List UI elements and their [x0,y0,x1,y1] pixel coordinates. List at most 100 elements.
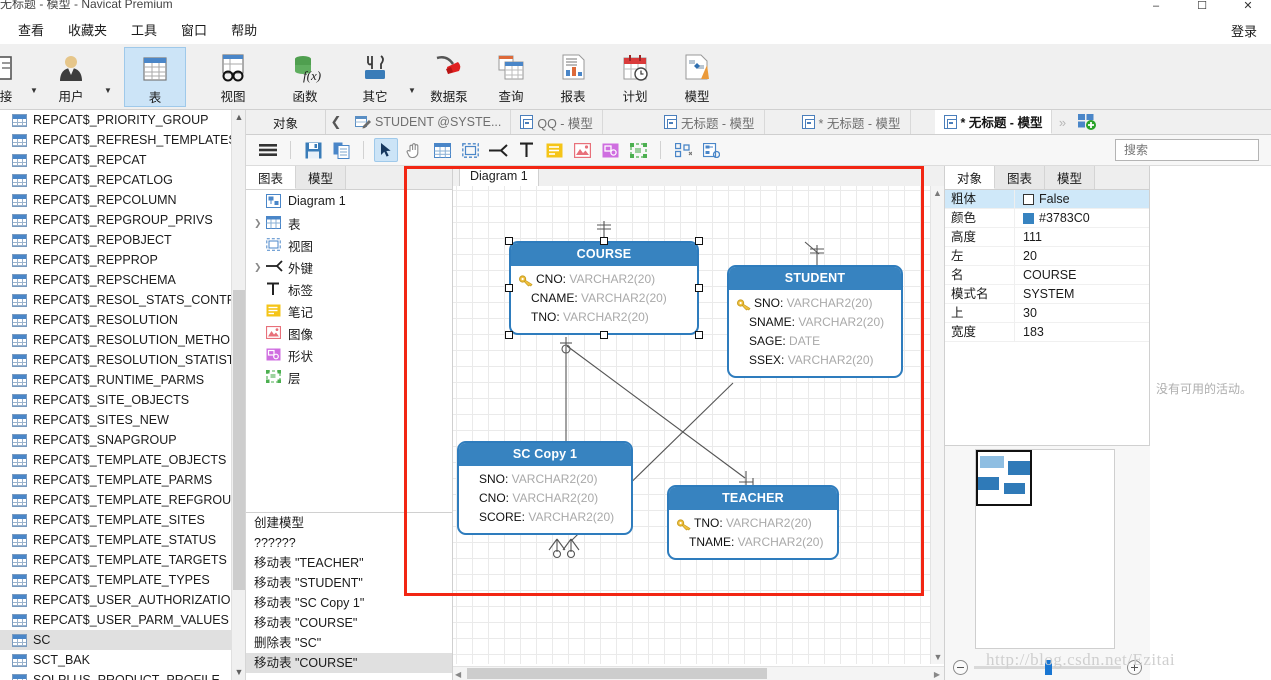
entity-field-row[interactable]: CNO: VARCHAR2(20) [467,489,623,508]
entity-field-row[interactable]: SNO: VARCHAR2(20) [467,470,623,489]
entity-field-row[interactable]: SNO: VARCHAR2(20) [737,294,893,313]
login-button[interactable]: 登录 [1231,21,1257,40]
tree-item[interactable]: REPCAT$_REPPROP [0,250,245,270]
entity-box[interactable]: STUDENT SNO: VARCHAR2(20) SNAME: VARCHAR2(… [727,265,903,378]
tree-item[interactable]: REPCAT$_SITE_OBJECTS [0,390,245,410]
shape-icon[interactable] [598,138,622,162]
tree-item[interactable]: SCT_BAK [0,650,245,670]
model-tree-item[interactable]: Diagram 1 [246,190,452,212]
save-icon[interactable] [301,138,325,162]
note-icon[interactable] [542,138,566,162]
menu-item-tools[interactable]: 工具 [119,16,169,43]
resize-handle[interactable] [695,284,703,292]
tree-item[interactable]: REPCAT$_PRIORITY_GROUP [0,110,245,130]
scroll-down-icon[interactable]: ▼ [232,665,245,680]
entity-field-row[interactable]: TNAME: VARCHAR2(20) [677,533,829,552]
tree-item[interactable]: REPCAT$_REPCATLOG [0,170,245,190]
checkbox-icon[interactable] [1023,193,1034,205]
tree-item[interactable]: SC [0,630,245,650]
tree-item[interactable]: REPCAT$_SNAPGROUP [0,430,245,450]
tree-item[interactable]: REPCAT$_REPOBJECT [0,230,245,250]
ribbon-datapump[interactable]: 数据泵 [418,47,480,107]
new-tab-button[interactable] [1072,110,1103,134]
doc-tab-student[interactable]: STUDENT @SYSTE... [346,110,512,134]
database-object-tree[interactable]: REPCAT$_PRIORITY_GROUP REPCAT$_REFRESH_TE… [0,110,246,680]
tree-item[interactable]: SQLPLUS_PRODUCT_PROFILE [0,670,245,680]
tree-item[interactable]: REPCAT$_USER_PARM_VALUES [0,610,245,630]
tree-item[interactable]: REPCAT$_REPCOLUMN [0,190,245,210]
log-item[interactable]: ?????? [246,533,452,553]
doc-tab-untitled-2[interactable]: * 无标题 - 模型 [792,110,911,134]
er-diagram-canvas[interactable]: COURSE CNO: VARCHAR2(20) CNAME: VARCHAR2(2… [453,186,930,664]
log-item[interactable]: 移动表 "SC Copy 1" [246,593,452,613]
minimize-button[interactable]: – [1133,0,1179,14]
doc-tab-qq-model[interactable]: QQ - 模型 [511,110,603,134]
resize-handle[interactable] [505,284,513,292]
canvas-hscrollbar[interactable]: ◀ ▶ [453,666,944,680]
activity-log-panel[interactable]: 创建模型?????? 移动表 "TEACHER" 移动表 "STUDENT" 移动表 … [246,512,452,680]
entity-field-row[interactable]: SAGE: DATE [737,332,893,351]
property-row[interactable]: 模式名 SYSTEM [945,284,1149,304]
resize-handle[interactable] [600,331,608,339]
chevron-down-icon[interactable]: ▼ [28,47,40,107]
log-item[interactable]: 创建模型 [246,513,452,533]
menu-item-window[interactable]: 窗口 [169,16,219,43]
tree-item[interactable]: REPCAT$_TEMPLATE_STATUS [0,530,245,550]
ribbon-schedule[interactable]: 计划 [604,47,666,107]
arrange-icon[interactable] [699,138,723,162]
ribbon-model[interactable]: 模型 [666,47,728,107]
tree-item[interactable]: REPCAT$_REPSCHEMA [0,270,245,290]
model-tree-item[interactable]: 视图 [246,234,452,256]
scroll-down-icon[interactable]: ▼ [931,652,944,662]
tab-diagram[interactable]: 图表 [246,166,297,189]
tree-item[interactable]: REPCAT$_REPGROUP_PRIVS [0,210,245,230]
scroll-thumb[interactable] [233,290,245,590]
property-value[interactable]: COURSE [1015,268,1149,282]
view-icon[interactable] [458,138,482,162]
tab-overflow-icon[interactable]: » [1052,110,1072,134]
diagram-tab-1[interactable]: Diagram 1 [459,166,539,186]
label-icon[interactable] [514,138,538,162]
log-item[interactable]: 移动表 "COURSE" [246,613,452,633]
ribbon-other[interactable]: 其它 [344,47,406,107]
tree-item[interactable]: REPCAT$_RESOLUTION_STATISTI [0,350,245,370]
property-row[interactable]: 名 COURSE [945,265,1149,285]
tab-model[interactable]: 模型 [296,166,347,189]
ribbon-connection[interactable]: 接 [0,47,28,107]
tab-scroll-left-icon[interactable]: ❮ [326,110,346,134]
tree-item[interactable]: REPCAT$_TEMPLATE_PARMS [0,470,245,490]
color-swatch[interactable] [1023,212,1034,224]
entity-field-row[interactable]: TNO: VARCHAR2(20) [677,514,829,533]
log-item[interactable]: 移动表 "COURSE" [246,653,452,673]
property-row[interactable]: 上 30 [945,303,1149,323]
menu-item-view[interactable]: 查看 [6,16,56,43]
tree-item[interactable]: REPCAT$_TEMPLATE_REFGROUP [0,490,245,510]
entity-box[interactable]: TEACHER TNO: VARCHAR2(20) TNAME: VARCHAR2(… [667,485,839,560]
property-row[interactable]: 粗体 False [945,189,1149,209]
tab-object[interactable]: 对象 [945,166,996,189]
ribbon-report[interactable]: 报表 [542,47,604,107]
entity-box[interactable]: SC Copy 1 SNO: VARCHAR2(20) CNO: VARCHAR2(… [457,441,633,535]
diagram-minimap[interactable] [975,449,1115,649]
property-row[interactable]: 高度 111 [945,227,1149,247]
minimap-panel[interactable] [945,445,1150,680]
scroll-up-icon[interactable]: ▲ [931,188,944,198]
chevron-down-icon[interactable]: ▼ [406,47,418,107]
doc-tab-untitled-1[interactable]: 无标题 - 模型 [654,110,765,134]
tree-item[interactable]: REPCAT$_TEMPLATE_OBJECTS [0,450,245,470]
tree-item[interactable]: REPCAT$_TEMPLATE_SITES [0,510,245,530]
log-item[interactable]: 删除表 "SC" [246,633,452,653]
tree-item[interactable]: REPCAT$_REPCAT [0,150,245,170]
model-tree-item[interactable]: 笔记 [246,300,452,322]
ribbon-query[interactable]: 查询 [480,47,542,107]
scroll-thumb[interactable] [467,668,767,679]
entity-field-row[interactable]: TNO: VARCHAR2(20) [519,308,689,327]
doc-tab-untitled-3-active[interactable]: * 无标题 - 模型 [934,110,1053,134]
table-icon[interactable] [430,138,454,162]
zoom-out-icon[interactable] [953,659,968,675]
search-input-wrapper[interactable] [1115,139,1271,161]
property-row[interactable]: 颜色 #3783C0 [945,208,1149,228]
model-tree-item[interactable]: 图像 [246,322,452,344]
tab-objects[interactable]: 对象 [246,110,326,134]
ribbon-view[interactable]: 视图 [202,47,264,107]
